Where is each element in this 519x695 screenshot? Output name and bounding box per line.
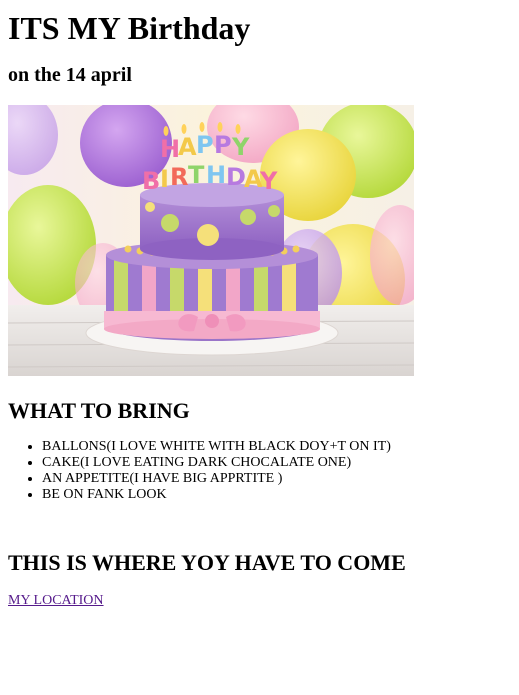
svg-text:Y: Y	[259, 167, 278, 195]
svg-text:I: I	[160, 165, 169, 193]
svg-text:Y: Y	[231, 133, 250, 161]
svg-text:D: D	[226, 163, 246, 191]
event-date: on the 14 april	[8, 64, 132, 86]
svg-text:P: P	[214, 131, 232, 159]
birthday-cake-image: H A P P Y B I R T H D A Y	[8, 105, 414, 376]
svg-text:A: A	[178, 133, 197, 161]
svg-text:T: T	[188, 161, 205, 189]
list-item: BALLONS(I LOVE WHITE WITH BLACK DOY+T ON…	[42, 439, 391, 455]
location-heading: THIS IS WHERE YOY HAVE TO COME	[8, 550, 406, 575]
bring-list: BALLONS(I LOVE WHITE WITH BLACK DOY+T ON…	[8, 439, 391, 503]
what-to-bring-heading: WHAT TO BRING	[8, 398, 190, 423]
my-location-link[interactable]: MY LOCATION	[8, 593, 104, 609]
list-item: BE ON FANK LOOK	[42, 487, 391, 503]
list-item: CAKE(I LOVE EATING DARK CHOCALATE ONE)	[42, 455, 391, 471]
svg-text:R: R	[170, 163, 188, 191]
svg-text:H: H	[206, 161, 226, 189]
svg-text:P: P	[196, 131, 214, 159]
page-title: ITS MY Birthday	[8, 10, 251, 46]
list-item: AN APPETITE(I HAVE BIG APPRTITE )	[42, 471, 391, 487]
svg-text:B: B	[142, 167, 160, 195]
